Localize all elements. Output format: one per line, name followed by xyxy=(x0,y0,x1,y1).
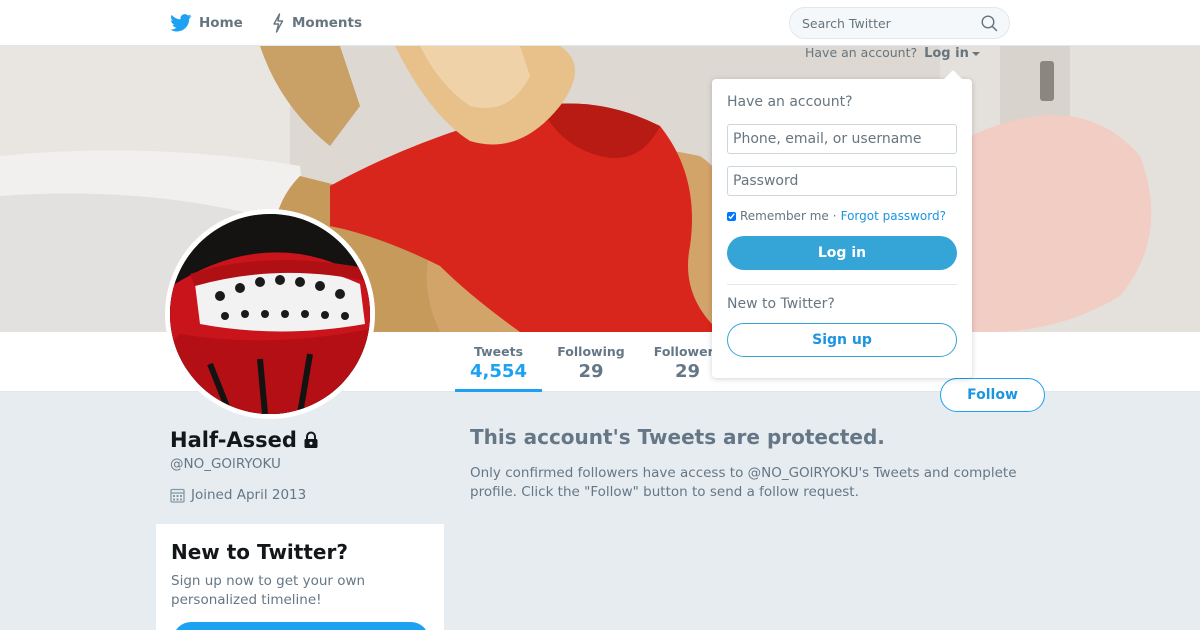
username-field[interactable] xyxy=(727,124,957,154)
stat-tweets[interactable]: Tweets 4,554 xyxy=(455,332,542,392)
profile-handle[interactable]: @NO_GOlRYOKU xyxy=(170,456,281,472)
twitter-bird-icon xyxy=(170,14,192,32)
nav-home[interactable]: Home xyxy=(170,0,243,46)
login-hint: Have an account? Log in xyxy=(805,45,980,61)
remember-separator: · xyxy=(832,209,837,223)
login-button[interactable]: Log in xyxy=(727,236,957,270)
protected-description: Only confirmed followers have access to … xyxy=(470,465,1017,500)
nav-home-label: Home xyxy=(199,15,243,31)
stat-following-label: Following xyxy=(557,344,625,359)
profile-joined: Joined April 2013 xyxy=(170,487,306,503)
calendar-icon xyxy=(170,488,185,503)
signup-button[interactable]: Sign up xyxy=(727,323,957,357)
signup-card-button[interactable] xyxy=(173,622,429,630)
login-toggle-link[interactable]: Log in xyxy=(924,46,969,61)
profile-display-name: Half-Assed xyxy=(170,428,297,452)
stat-following[interactable]: Following 29 xyxy=(551,332,631,392)
signup-card: New to Twitter? Sign up now to get your … xyxy=(156,524,444,630)
caret-down-icon[interactable] xyxy=(971,51,980,56)
search-input[interactable] xyxy=(802,8,972,38)
remember-me-checkbox[interactable] xyxy=(727,211,736,221)
search-box xyxy=(789,7,1010,39)
password-field[interactable] xyxy=(727,166,957,196)
lock-icon xyxy=(304,431,318,448)
protected-title: This account's Tweets are protected. xyxy=(470,425,885,449)
login-dropdown-title: Have an account? xyxy=(727,94,853,110)
dropdown-divider xyxy=(727,284,957,285)
login-hint-text: Have an account? xyxy=(805,45,918,60)
stat-following-value: 29 xyxy=(578,361,604,382)
avatar-image xyxy=(170,214,370,414)
stat-tweets-value: 4,554 xyxy=(470,361,527,382)
profile-joined-text: Joined April 2013 xyxy=(191,487,307,503)
avatar[interactable] xyxy=(165,209,375,419)
new-to-twitter-text: New to Twitter? xyxy=(727,296,835,312)
remember-row: Remember me · Forgot password? xyxy=(727,209,957,223)
remember-me-label[interactable]: Remember me xyxy=(740,209,829,223)
search-icon[interactable] xyxy=(981,15,998,32)
forgot-password-link[interactable]: Forgot password? xyxy=(841,209,946,223)
nav-moments-label: Moments xyxy=(292,15,363,31)
signup-card-title: New to Twitter? xyxy=(171,540,348,564)
login-dropdown: Have an account? Remember me · Forgot pa… xyxy=(712,70,972,378)
top-nav: Home Moments xyxy=(0,0,1200,46)
profile-name-row: Half-Assed xyxy=(170,428,320,452)
nav-moments[interactable]: Moments xyxy=(271,0,362,46)
follow-button[interactable]: Follow xyxy=(940,378,1045,412)
stat-tweets-label: Tweets xyxy=(473,344,524,359)
lightning-icon xyxy=(273,13,284,33)
signup-card-text: Sign up now to get your own personalized… xyxy=(171,573,366,608)
